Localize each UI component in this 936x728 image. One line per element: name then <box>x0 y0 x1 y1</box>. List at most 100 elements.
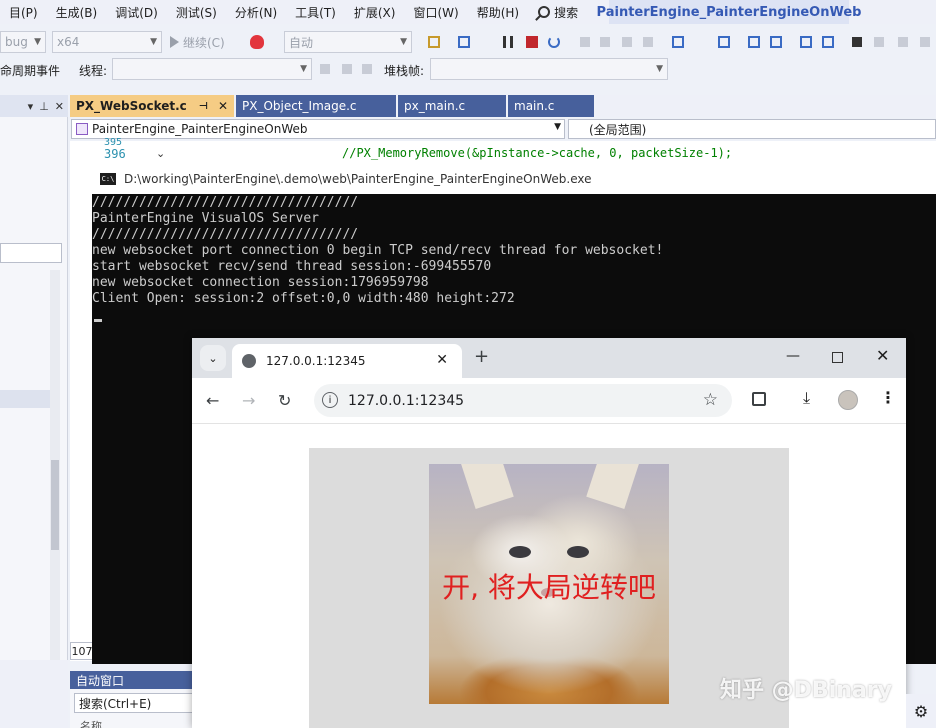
auto-value: 自动 <box>289 35 314 50</box>
spell-check-icon[interactable] <box>718 36 730 48</box>
close-window-button[interactable]: ✕ <box>876 346 889 365</box>
uncomment-icon[interactable] <box>822 36 834 48</box>
prev-bookmark-icon[interactable] <box>874 37 884 47</box>
project-name: PainterEngine_PainterEngineOnWeb <box>92 122 308 136</box>
maximize-button[interactable] <box>832 352 843 363</box>
site-info-icon[interactable]: i <box>322 392 338 408</box>
zoom-level[interactable]: 107 <box>70 642 94 660</box>
hot-reload-icon[interactable] <box>250 35 264 49</box>
fold-chevron-icon[interactable]: ⌄ <box>156 147 165 160</box>
close-icon[interactable]: ✕ <box>55 100 64 113</box>
clear-bookmarks-icon[interactable] <box>920 37 930 47</box>
menu-build[interactable]: 生成(B) <box>47 4 107 21</box>
restart-icon[interactable] <box>548 36 560 48</box>
menu-debug[interactable]: 调试(D) <box>106 4 167 21</box>
cat-ear <box>586 464 640 509</box>
step-into-icon[interactable] <box>580 37 590 47</box>
autos-search-input[interactable]: 搜索(Ctrl+E) <box>74 693 198 713</box>
tab-px-websocket[interactable]: PX_WebSocket.c ⊣ ✕ <box>70 95 234 117</box>
new-tab-button[interactable]: + <box>474 346 489 367</box>
globe-icon <box>242 354 256 368</box>
menu-analyze[interactable]: 分析(N) <box>226 4 286 21</box>
continue-button[interactable]: 继续(C) <box>170 31 225 53</box>
continue-label: 继续(C) <box>183 35 225 50</box>
menu-window[interactable]: 窗口(W) <box>404 4 467 21</box>
profile-avatar[interactable] <box>838 390 858 410</box>
forward-button[interactable]: → <box>242 391 255 410</box>
tab-search-button[interactable]: ⌄ <box>200 345 226 371</box>
pin-icon[interactable]: ⊥ <box>39 100 49 113</box>
next-bookmark-icon[interactable] <box>898 37 908 47</box>
selected-tree-item[interactable] <box>0 390 50 408</box>
tab-label: main.c <box>514 99 555 113</box>
menu-test[interactable]: 测试(S) <box>167 4 226 21</box>
comment-icon[interactable] <box>800 36 812 48</box>
back-button[interactable]: ← <box>206 391 219 410</box>
search-icon <box>538 6 551 18</box>
project-icon <box>76 123 88 135</box>
vertical-scrollbar[interactable] <box>50 270 60 720</box>
menu-extensions[interactable]: 扩展(X) <box>345 4 405 21</box>
close-icon[interactable]: ✕ <box>218 99 228 113</box>
console-titlebar[interactable]: C:\ D:\working\PainterEngine\.demo\web\P… <box>92 164 936 194</box>
menu-tools[interactable]: 工具(T) <box>286 4 345 21</box>
thread-combo[interactable]: ▼ <box>112 58 312 80</box>
browser-toolbar: ← → ↻ i 127.0.0.1:12345 ☆ ⤓ ⋮ <box>192 378 906 424</box>
outdent-icon[interactable] <box>770 36 782 48</box>
indent-icon[interactable] <box>748 36 760 48</box>
chevron-down-icon: ▼ <box>34 37 41 47</box>
autos-window: 自动窗口 搜索(Ctrl+E) 名称 <box>70 671 200 728</box>
platform-combo[interactable]: x64 ▼ <box>52 31 162 53</box>
scope-dropdown[interactable]: (全局范围) <box>568 119 936 139</box>
close-tab-icon[interactable]: ✕ <box>436 352 448 368</box>
filter-icon[interactable] <box>342 64 352 74</box>
extensions-icon[interactable] <box>752 392 766 406</box>
watermark: 知乎 @DBinary <box>720 678 892 703</box>
chevron-down-icon: ▼ <box>656 64 663 74</box>
bookmark-star-icon[interactable]: ☆ <box>703 390 718 410</box>
debug-location-bar: 命周期事件 线程: ▼ 堆栈帧: ▼ <box>0 56 936 82</box>
left-search-input[interactable] <box>0 243 62 263</box>
pause-icon[interactable] <box>503 36 513 48</box>
folder-icon[interactable] <box>428 36 440 48</box>
search-menu[interactable]: 搜索 <box>528 4 588 21</box>
config-combo[interactable]: bug ▼ <box>0 31 46 53</box>
step-out-icon[interactable] <box>622 37 632 47</box>
settings-gear-icon[interactable]: ⚙ <box>906 694 936 728</box>
hex-display-icon[interactable] <box>672 36 684 48</box>
auto-combo[interactable]: 自动 ▼ <box>284 31 412 53</box>
tab-main[interactable]: main.c <box>508 95 594 117</box>
flag-icon[interactable] <box>320 64 330 74</box>
cat-eye <box>567 546 589 558</box>
autos-window-title: 自动窗口 <box>70 671 200 689</box>
toolbar: bug ▼ x64 ▼ 继续(C) 自动 ▼ <box>0 28 936 56</box>
tab-label: PX_WebSocket.c <box>76 99 187 113</box>
address-bar[interactable]: i 127.0.0.1:12345 ☆ <box>314 384 732 417</box>
stack-frame-combo[interactable]: ▼ <box>430 58 668 80</box>
step-back-icon[interactable] <box>643 37 653 47</box>
step-over-icon[interactable] <box>600 37 610 47</box>
cat-meme-image: 开, 将大局逆转吧 <box>429 464 669 704</box>
address-bar-url: 127.0.0.1:12345 <box>348 392 465 409</box>
browser-tab[interactable]: 127.0.0.1:12345 ✕ <box>232 344 462 378</box>
menu-help[interactable]: 帮助(H) <box>468 4 528 21</box>
web-canvas[interactable]: 开, 将大局逆转吧 <box>309 448 789 728</box>
project-dropdown[interactable]: PainterEngine_PainterEngineOnWeb ▼ <box>71 119 565 139</box>
bookmark-icon[interactable] <box>852 37 862 47</box>
tab-px-object-image[interactable]: PX_Object_Image.c <box>236 95 396 117</box>
switch-icon[interactable] <box>362 64 372 74</box>
stop-icon[interactable] <box>526 36 538 48</box>
lifecycle-events-label[interactable]: 命周期事件 <box>0 62 60 79</box>
download-icon[interactable]: ⤓ <box>803 388 810 408</box>
browser-menu-icon[interactable]: ⋮ <box>880 388 896 407</box>
reload-button[interactable]: ↻ <box>278 391 291 410</box>
dropdown-icon[interactable]: ▾ <box>28 100 34 113</box>
minimize-button[interactable]: — <box>786 348 800 364</box>
pin-icon[interactable]: ⊣ <box>199 101 208 112</box>
cat-ear <box>460 464 514 509</box>
menu-project[interactable]: 目(P) <box>0 4 47 21</box>
tab-px-main[interactable]: px_main.c <box>398 95 506 117</box>
scrollbar-thumb[interactable] <box>51 460 59 550</box>
window-icon[interactable] <box>458 36 470 48</box>
console-title: D:\working\PainterEngine\.demo\web\Paint… <box>124 172 592 186</box>
